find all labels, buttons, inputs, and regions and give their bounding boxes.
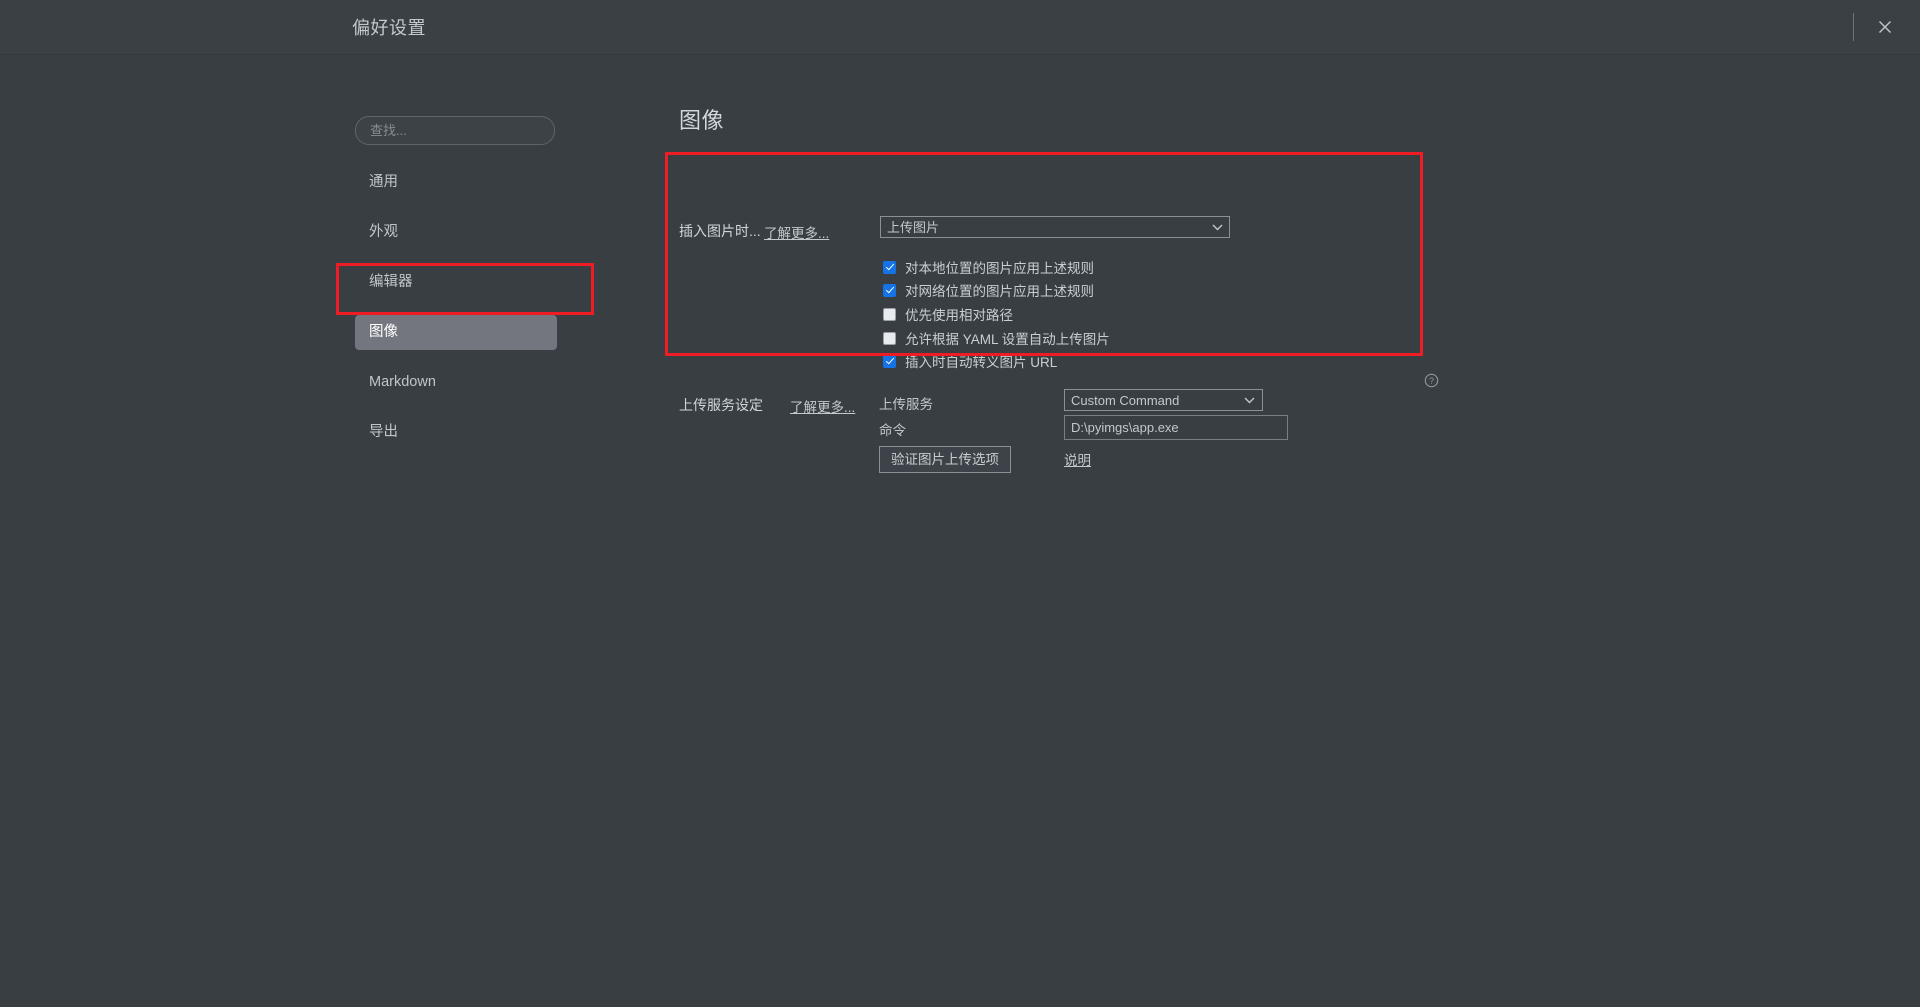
checkbox-row-relative-path[interactable]: 优先使用相对路径 (883, 305, 1013, 323)
sidebar-item-label: 编辑器 (369, 274, 413, 290)
sidebar-nav-list: 通用 外观 编辑器 图像 Markdown 导出 (355, 165, 557, 465)
sidebar-item-image[interactable]: 图像 (355, 315, 557, 350)
upload-service-learn-more-link[interactable]: 了解更多... (790, 396, 855, 416)
checkbox-yaml-auto-upload[interactable] (883, 331, 896, 345)
sidebar-item-appearance[interactable]: 外观 (355, 215, 557, 250)
sidebar-item-label: 导出 (369, 424, 398, 440)
verify-upload-button[interactable]: 验证图片上传选项 (879, 446, 1011, 473)
sidebar-item-label: 外观 (369, 224, 398, 240)
preferences-sidebar: 通用 外观 编辑器 图像 Markdown 导出 (0, 55, 640, 1007)
sidebar-item-label: 图像 (369, 324, 398, 340)
checkbox-row-network-rule[interactable]: 对网络位置的图片应用上述规则 (883, 281, 1094, 299)
window-title: 偏好设置 (352, 18, 426, 38)
checkbox-local-rule[interactable] (883, 260, 896, 274)
close-icon (1870, 12, 1900, 42)
sidebar-item-label: Markdown (369, 374, 436, 390)
upload-doc-link[interactable]: 说明 (1064, 449, 1091, 469)
insert-image-learn-more-link[interactable]: 了解更多... (764, 222, 829, 242)
checkbox-label: 插入时自动转义图片 URL (905, 355, 1058, 370)
sidebar-item-editor[interactable]: 编辑器 (355, 265, 557, 300)
checkbox-escape-url[interactable] (883, 354, 896, 368)
close-button[interactable] (1870, 12, 1900, 42)
sidebar-item-general[interactable]: 通用 (355, 165, 557, 200)
checkbox-label: 优先使用相对路径 (905, 308, 1013, 323)
insert-image-label: 插入图片时... (679, 223, 761, 239)
command-input[interactable] (1064, 415, 1288, 440)
help-circle-icon[interactable]: ? (1424, 373, 1439, 388)
checkbox-row-yaml-auto-upload[interactable]: 允许根据 YAML 设置自动上传图片 (883, 329, 1110, 347)
svg-text:?: ? (1429, 376, 1434, 386)
sidebar-item-export[interactable]: 导出 (355, 415, 557, 450)
page-title: 图像 (679, 108, 725, 133)
sidebar-item-label: 通用 (369, 174, 398, 190)
sidebar-search[interactable] (355, 116, 555, 145)
window-titlebar: 偏好设置 (0, 0, 1920, 55)
command-field-label: 命令 (879, 423, 906, 438)
checkbox-network-rule[interactable] (883, 283, 896, 297)
upload-service-label: 上传服务设定 (679, 397, 763, 413)
upload-service-field-label: 上传服务 (879, 397, 933, 412)
insert-image-mode-select[interactable]: 上传图片复制到指定路径无特殊操作 (880, 216, 1230, 238)
checkbox-row-local-rule[interactable]: 对本地位置的图片应用上述规则 (883, 258, 1094, 276)
preferences-main-panel: 图像 插入图片时... 了解更多... 上传图片复制到指定路径无特殊操作 对本地… (640, 55, 1920, 1007)
checkbox-row-escape-url[interactable]: 插入时自动转义图片 URL (883, 352, 1057, 370)
checkbox-label: 允许根据 YAML 设置自动上传图片 (905, 332, 1110, 347)
search-input[interactable] (355, 116, 555, 145)
checkbox-label: 对本地位置的图片应用上述规则 (905, 261, 1094, 276)
sidebar-item-markdown[interactable]: Markdown (355, 365, 557, 400)
checkbox-relative-path[interactable] (883, 307, 896, 321)
titlebar-divider (1853, 13, 1854, 41)
upload-service-select[interactable]: Custom CommandPicGo-Core(command line)Pi… (1064, 389, 1263, 411)
checkbox-label: 对网络位置的图片应用上述规则 (905, 284, 1094, 299)
